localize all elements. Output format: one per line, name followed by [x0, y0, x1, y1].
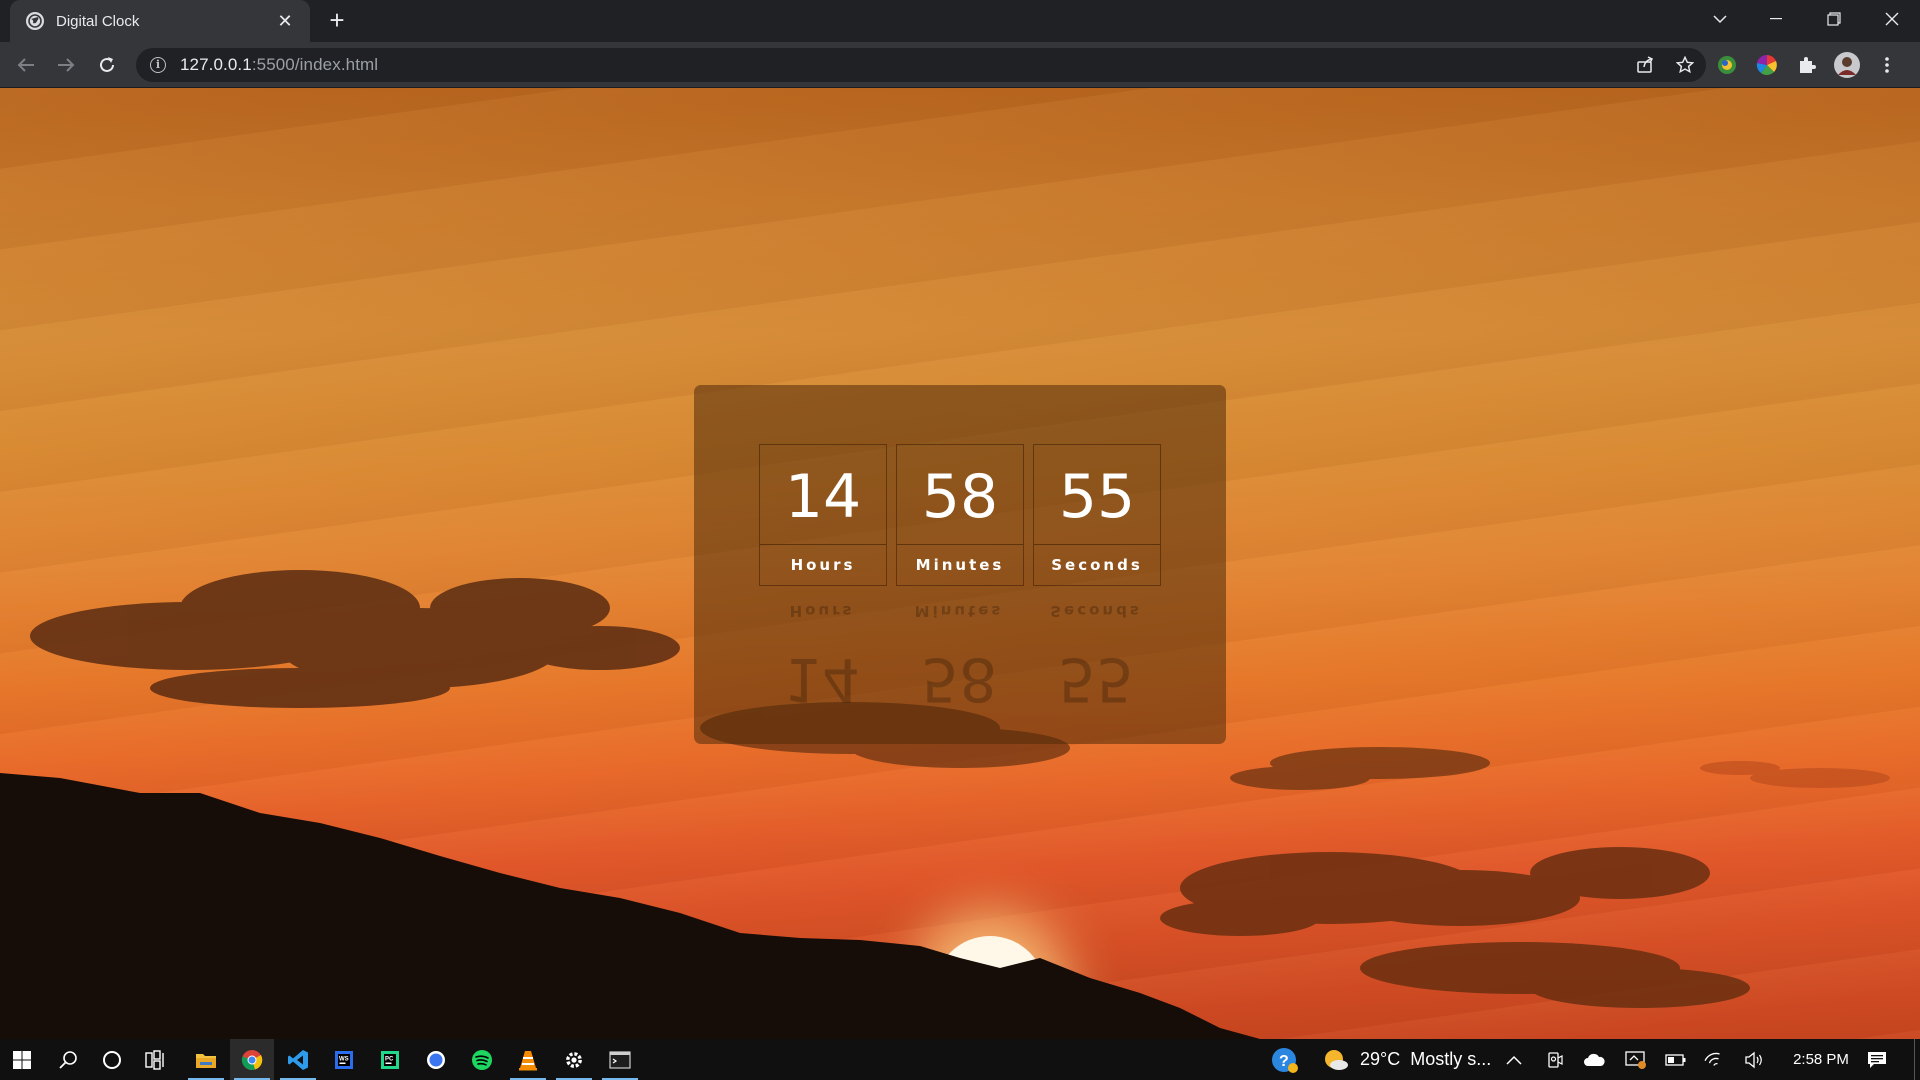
vscode-icon[interactable]	[276, 1039, 320, 1080]
settings-gear-icon[interactable]	[552, 1039, 596, 1080]
windows-taskbar: WS PC ? 29°C Mostly s... 2:58 PM	[0, 1039, 1920, 1080]
new-tab-button[interactable]: +	[322, 6, 352, 36]
tab-title: Digital Clock	[56, 12, 140, 30]
taskbar-clock[interactable]: 2:58 PM	[1786, 1039, 1856, 1080]
pycharm-icon[interactable]: PC	[368, 1039, 412, 1080]
svg-text:PC: PC	[385, 1056, 394, 1062]
webstorm-icon[interactable]: WS	[322, 1039, 366, 1080]
url-host: 127.0.0.1	[180, 55, 252, 74]
site-info-icon[interactable]: i	[150, 57, 166, 73]
spotify-icon[interactable]	[460, 1039, 504, 1080]
minutes-box: 58 Minutes	[896, 444, 1024, 586]
globe-icon	[26, 12, 44, 30]
color-picker-extension-icon[interactable]	[1712, 50, 1742, 80]
taskbar-time: 2:58 PM	[1793, 1051, 1849, 1068]
signal-icon[interactable]	[414, 1039, 458, 1080]
minutes-reflection: 58 Minutes	[896, 589, 1024, 731]
task-view-icon[interactable]	[134, 1039, 178, 1080]
bookmark-star-icon[interactable]	[1670, 50, 1700, 80]
weather-temperature: 29°C	[1360, 1049, 1401, 1069]
tab-search-icon[interactable]	[1692, 0, 1748, 38]
browser-toolbar: i 127.0.0.1:5500/index.html	[0, 42, 1920, 88]
weather-widget[interactable]: 29°C Mostly s...	[1322, 1039, 1491, 1080]
search-icon[interactable]	[46, 1039, 90, 1080]
page-viewport: 14 Hours 58 Minutes 55 Seconds 14 Hours …	[0, 88, 1920, 1039]
share-icon[interactable]	[1630, 50, 1660, 80]
show-desktop-divider[interactable]	[1914, 1039, 1915, 1080]
restore-icon[interactable]	[1806, 0, 1862, 38]
close-window-icon[interactable]	[1864, 0, 1920, 38]
chrome-taskbar-icon[interactable]	[230, 1039, 274, 1080]
address-bar[interactable]: i 127.0.0.1:5500/index.html	[136, 48, 1706, 82]
help-icon[interactable]: ?	[1270, 1039, 1300, 1080]
hours-value: 14	[760, 445, 886, 545]
omnibox-actions	[1630, 48, 1700, 82]
seconds-box: 55 Seconds	[1033, 444, 1161, 586]
close-tab-icon[interactable]: ✕	[274, 11, 296, 32]
security-center-icon[interactable]	[1625, 1039, 1647, 1080]
forward-arrow-icon[interactable]	[50, 49, 82, 81]
vlc-icon[interactable]	[506, 1039, 550, 1080]
extensions-area	[1712, 42, 1902, 88]
color-wheel-extension-icon[interactable]	[1752, 50, 1782, 80]
svg-text:?: ?	[1279, 1053, 1289, 1070]
extensions-puzzle-icon[interactable]	[1792, 50, 1822, 80]
hours-box: 14 Hours	[759, 444, 887, 586]
url-text: 127.0.0.1:5500/index.html	[180, 55, 378, 75]
profile-avatar[interactable]	[1832, 50, 1862, 80]
windows-start-icon[interactable]	[0, 1039, 44, 1080]
seconds-label: Seconds	[1051, 556, 1143, 574]
meet-now-icon[interactable]	[1546, 1039, 1564, 1080]
hours-reflection: 14 Hours	[759, 589, 887, 731]
wifi-icon[interactable]	[1704, 1039, 1724, 1080]
file-explorer-icon[interactable]	[184, 1039, 228, 1080]
seconds-reflection-label: Seconds	[1050, 602, 1142, 620]
battery-icon[interactable]	[1665, 1039, 1687, 1080]
weather-condition: Mostly s...	[1410, 1049, 1492, 1069]
svg-text:WS: WS	[339, 1056, 349, 1062]
cortana-icon[interactable]	[90, 1039, 134, 1080]
hours-reflection-value: 14	[783, 644, 861, 714]
tab-strip: Digital Clock ✕ +	[0, 0, 1920, 42]
digital-clock-panel: 14 Hours 58 Minutes 55 Seconds 14 Hours …	[694, 385, 1226, 744]
back-arrow-icon[interactable]	[10, 49, 42, 81]
minutes-value: 58	[897, 445, 1023, 545]
reload-icon[interactable]	[91, 49, 123, 81]
hours-reflection-label: Hours	[789, 602, 855, 620]
minimize-icon[interactable]	[1748, 0, 1804, 38]
volume-icon[interactable]	[1744, 1039, 1764, 1080]
action-center-icon[interactable]	[1866, 1039, 1888, 1080]
browser-menu-icon[interactable]	[1872, 50, 1902, 80]
seconds-reflection: 55 Seconds	[1033, 589, 1161, 731]
tab-digital-clock[interactable]: Digital Clock ✕	[10, 0, 310, 42]
url-path: :5500/index.html	[251, 55, 379, 74]
onedrive-cloud-icon[interactable]	[1583, 1039, 1605, 1080]
minutes-reflection-label: Minutes	[914, 602, 1004, 620]
minutes-label: Minutes	[915, 556, 1005, 574]
seconds-reflection-value: 55	[1057, 644, 1135, 714]
show-hidden-icons-chevron-icon[interactable]	[1506, 1039, 1522, 1080]
terminal-icon[interactable]	[598, 1039, 642, 1080]
seconds-value: 55	[1034, 445, 1160, 545]
minutes-reflection-value: 58	[920, 644, 998, 714]
partly-sunny-icon	[1325, 1049, 1348, 1070]
hours-label: Hours	[790, 556, 856, 574]
